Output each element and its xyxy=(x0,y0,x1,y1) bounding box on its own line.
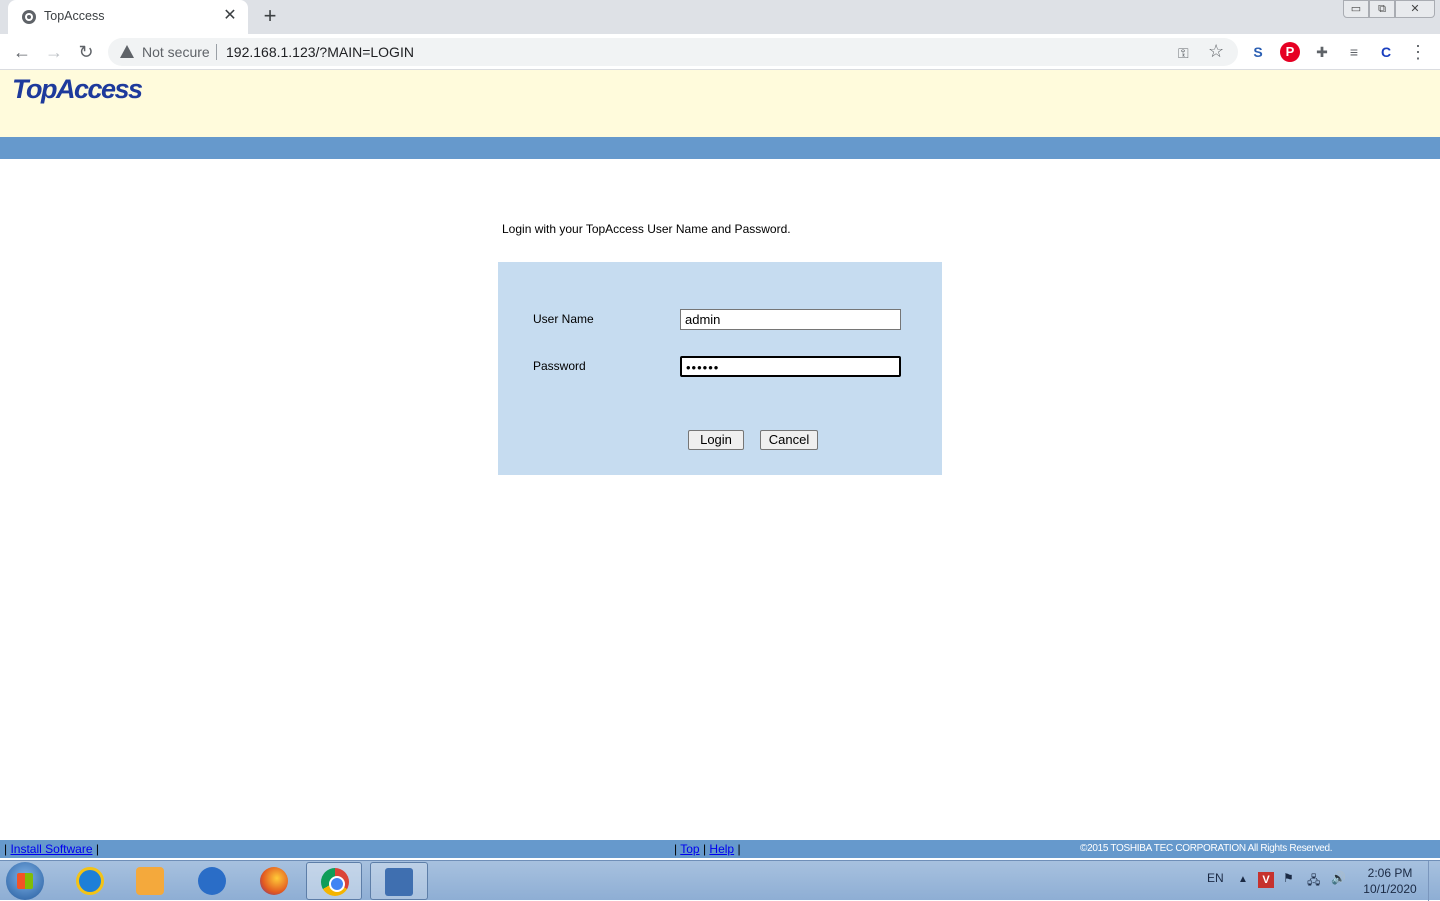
back-icon[interactable]: ← xyxy=(10,40,34,64)
topaccess-logo: TopAccess xyxy=(12,74,143,104)
footer-separator: | xyxy=(4,842,8,856)
tab-close-icon[interactable]: ✕ xyxy=(220,6,240,26)
password-field[interactable]: •••••• xyxy=(680,356,901,377)
taskbar-remote-desktop[interactable] xyxy=(184,862,240,900)
internet-explorer-icon xyxy=(76,867,104,895)
url-text[interactable]: 192.168.1.123/?MAIN=LOGIN xyxy=(226,44,414,60)
taskbar-chrome[interactable] xyxy=(306,862,362,900)
page-content: TopAccess Login with your TopAccess User… xyxy=(0,70,1440,860)
forward-icon[interactable]: → xyxy=(42,40,66,64)
header-banner: TopAccess xyxy=(0,70,1440,137)
profile-extension-icon[interactable]: C xyxy=(1376,42,1396,62)
taskbar-media-player[interactable] xyxy=(122,862,178,900)
footer-bar: | Install Software | | Top | Help | ©201… xyxy=(0,840,1440,858)
browser-toolbar: ← → ↻ Not secure 192.168.1.123/?MAIN=LOG… xyxy=(0,34,1440,70)
install-software-link[interactable]: Install Software xyxy=(10,842,92,856)
pinterest-icon[interactable]: P xyxy=(1280,42,1300,62)
taskbar-internet-explorer[interactable] xyxy=(62,862,118,900)
volume-icon[interactable]: 🔊 xyxy=(1331,871,1346,885)
password-label: Password xyxy=(533,359,586,373)
system-clock[interactable]: 2:06 PM 10/1/2020 xyxy=(1360,865,1420,897)
star-icon[interactable]: ☆ xyxy=(1208,41,1224,62)
footer-left: | Install Software | xyxy=(4,842,99,856)
windows-taskbar: EN ▲ V ⚑ 🖧 🔊 2:06 PM 10/1/2020 xyxy=(0,860,1440,901)
antivirus-tray-icon[interactable]: V xyxy=(1258,872,1274,888)
browser-window: TopAccess ✕ + ▭ ⧉ ✕ ← → ↻ Not secure 192… xyxy=(0,0,1440,860)
username-label: User Name xyxy=(533,312,594,326)
cancel-button[interactable]: Cancel xyxy=(760,430,818,450)
control-panel-icon xyxy=(385,868,413,896)
close-window-button[interactable]: ✕ xyxy=(1395,0,1435,18)
login-instructions: Login with your TopAccess User Name and … xyxy=(502,222,791,236)
footer-separator: | xyxy=(737,842,741,856)
remote-desktop-icon xyxy=(198,867,226,895)
puzzle-icon[interactable]: ✚ xyxy=(1312,42,1332,62)
extension-icon[interactable]: S xyxy=(1248,42,1268,62)
clock-time: 2:06 PM xyxy=(1367,866,1413,880)
reload-icon[interactable]: ↻ xyxy=(74,40,98,64)
show-hidden-icons-icon[interactable]: ▲ xyxy=(1238,874,1248,885)
footer-links: | Top | Help | xyxy=(674,842,741,856)
security-label[interactable]: Not secure xyxy=(142,44,210,60)
tab-title: TopAccess xyxy=(44,9,105,23)
media-player-icon xyxy=(136,867,164,895)
tab-strip: TopAccess ✕ + ▭ ⧉ ✕ xyxy=(0,0,1440,34)
action-center-flag-icon[interactable]: ⚑ xyxy=(1283,871,1294,885)
copyright-text: ©2015 TOSHIBA TEC CORPORATION All Rights… xyxy=(1080,843,1333,854)
taskbar-control-panel[interactable] xyxy=(370,862,428,900)
new-tab-button[interactable]: + xyxy=(258,4,282,28)
minimize-button[interactable]: ▭ xyxy=(1343,0,1369,18)
login-button[interactable]: Login xyxy=(688,430,744,450)
show-desktop-button[interactable] xyxy=(1428,861,1440,901)
language-indicator[interactable]: EN xyxy=(1207,871,1224,885)
chrome-icon xyxy=(321,868,349,896)
footer-separator: | xyxy=(674,842,678,856)
help-link[interactable]: Help xyxy=(709,842,734,856)
login-panel: User Name admin Password •••••• Login Ca… xyxy=(498,262,942,475)
menu-icon[interactable]: ⋮ xyxy=(1408,42,1428,62)
clock-date: 10/1/2020 xyxy=(1363,882,1417,896)
network-icon[interactable]: 🖧 xyxy=(1307,871,1320,892)
start-button[interactable] xyxy=(6,862,44,900)
footer-separator: | xyxy=(95,842,99,856)
address-bar[interactable]: Not secure 192.168.1.123/?MAIN=LOGIN ⚿ ☆ xyxy=(108,38,1238,66)
top-link[interactable]: Top xyxy=(680,842,699,856)
username-field[interactable]: admin xyxy=(680,309,901,330)
firefox-icon xyxy=(260,867,288,895)
warning-icon[interactable] xyxy=(120,45,134,58)
taskbar-firefox[interactable] xyxy=(246,862,302,900)
footer-separator: | xyxy=(702,842,707,856)
maximize-button[interactable]: ⧉ xyxy=(1369,0,1395,18)
omnibox-divider xyxy=(216,44,217,60)
globe-icon xyxy=(22,10,36,24)
key-icon[interactable]: ⚿ xyxy=(1178,45,1189,62)
media-queue-icon[interactable]: ≡ xyxy=(1344,42,1364,62)
header-bar xyxy=(0,137,1440,159)
tab-topaccess[interactable]: TopAccess ✕ xyxy=(8,0,248,34)
